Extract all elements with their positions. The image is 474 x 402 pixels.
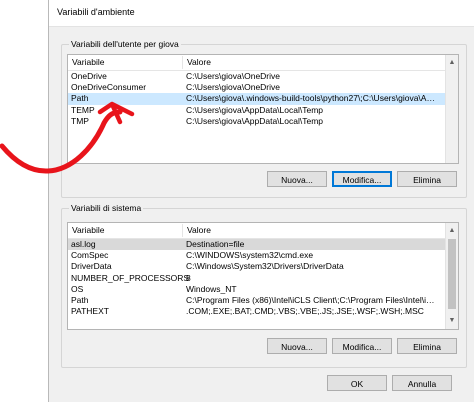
red-arrow-annotation	[0, 101, 135, 174]
annotation-stroke	[0, 109, 123, 174]
